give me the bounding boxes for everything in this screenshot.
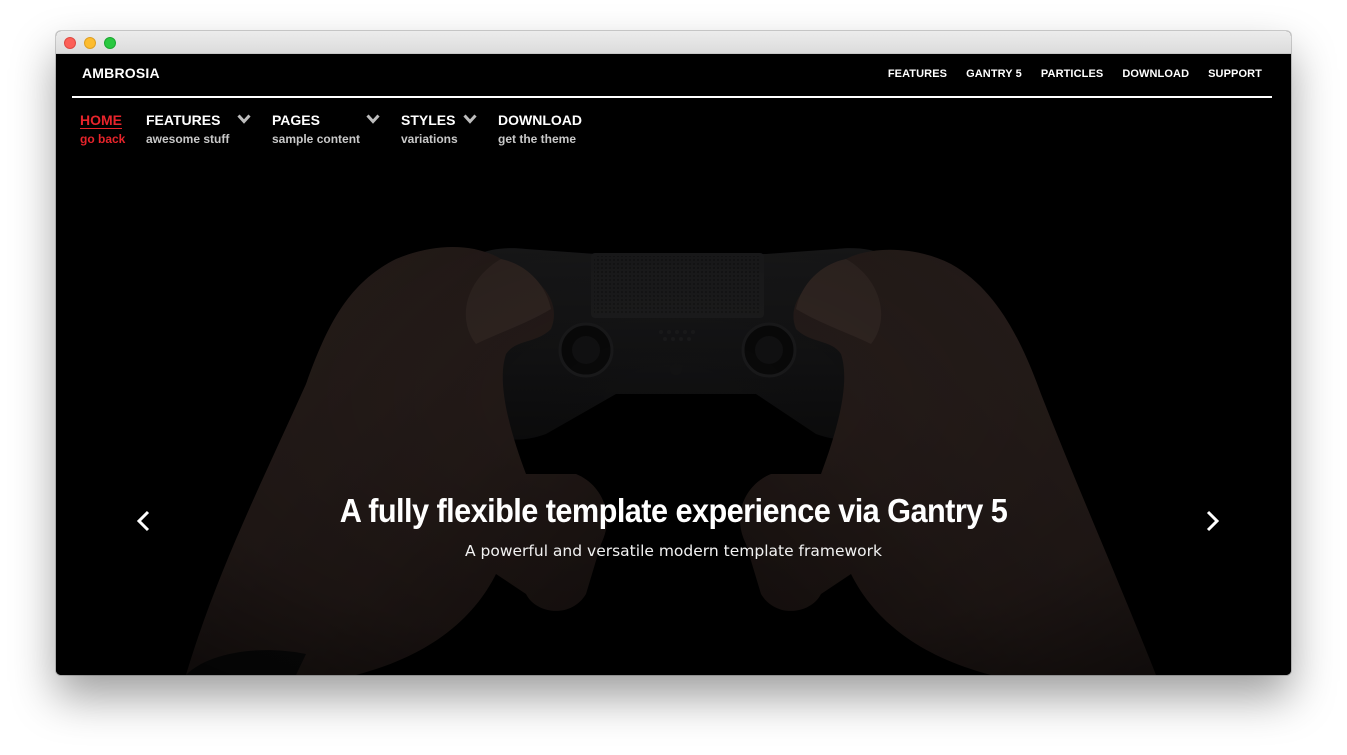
close-window-button[interactable]	[64, 37, 76, 49]
main-nav-title: DOWNLOAD	[498, 112, 582, 128]
browser-window: AMBROSIA FEATURES GANTRY 5 PARTICLES DOW…	[56, 31, 1291, 675]
top-nav-features[interactable]: FEATURES	[888, 68, 947, 80]
main-nav-title: FEATURES	[146, 112, 221, 128]
minimize-window-button[interactable]	[84, 37, 96, 49]
top-nav-support[interactable]: SUPPORT	[1208, 68, 1262, 80]
top-bar: AMBROSIA FEATURES GANTRY 5 PARTICLES DOW…	[72, 54, 1272, 98]
hero-background-image	[56, 54, 1291, 675]
main-nav-item-home[interactable]: HOME go back	[80, 112, 125, 147]
main-nav-subtitle: go back	[80, 132, 126, 146]
chevron-down-icon[interactable]	[237, 114, 251, 124]
main-nav-subtitle: variations	[401, 132, 458, 146]
site-logo[interactable]: AMBROSIA	[82, 65, 160, 81]
top-nav-gantry[interactable]: GANTRY 5	[966, 68, 1022, 80]
chevron-down-icon[interactable]	[463, 114, 477, 124]
maximize-window-button[interactable]	[104, 37, 116, 49]
top-nav-particles[interactable]: PARTICLES	[1041, 68, 1103, 80]
main-nav-item-features[interactable]: FEATURES awesome stuff	[146, 112, 229, 147]
top-nav: FEATURES GANTRY 5 PARTICLES DOWNLOAD SUP…	[888, 68, 1262, 80]
chevron-down-icon[interactable]	[366, 114, 380, 124]
window-titlebar	[56, 31, 1291, 54]
main-nav-subtitle: awesome stuff	[146, 132, 230, 146]
main-nav-title: HOME	[80, 112, 122, 128]
page-viewport: AMBROSIA FEATURES GANTRY 5 PARTICLES DOW…	[56, 54, 1291, 675]
main-nav-item-styles[interactable]: STYLES variations	[401, 112, 458, 147]
main-nav-subtitle: sample content	[272, 132, 361, 146]
hero-subtitle: A powerful and versatile modern template…	[464, 542, 883, 560]
main-nav-subtitle: get the theme	[498, 132, 577, 146]
main-nav-item-pages[interactable]: PAGES sample content	[272, 112, 360, 147]
hero-caption: A fully flexible template experience via…	[56, 492, 1291, 560]
main-nav-item-download[interactable]: DOWNLOAD get the theme	[498, 112, 582, 147]
main-nav-title: PAGES	[272, 112, 320, 128]
main-nav-title: STYLES	[401, 112, 456, 128]
hero-title: A fully flexible template experience via…	[339, 492, 1008, 529]
top-nav-download[interactable]: DOWNLOAD	[1122, 68, 1189, 80]
